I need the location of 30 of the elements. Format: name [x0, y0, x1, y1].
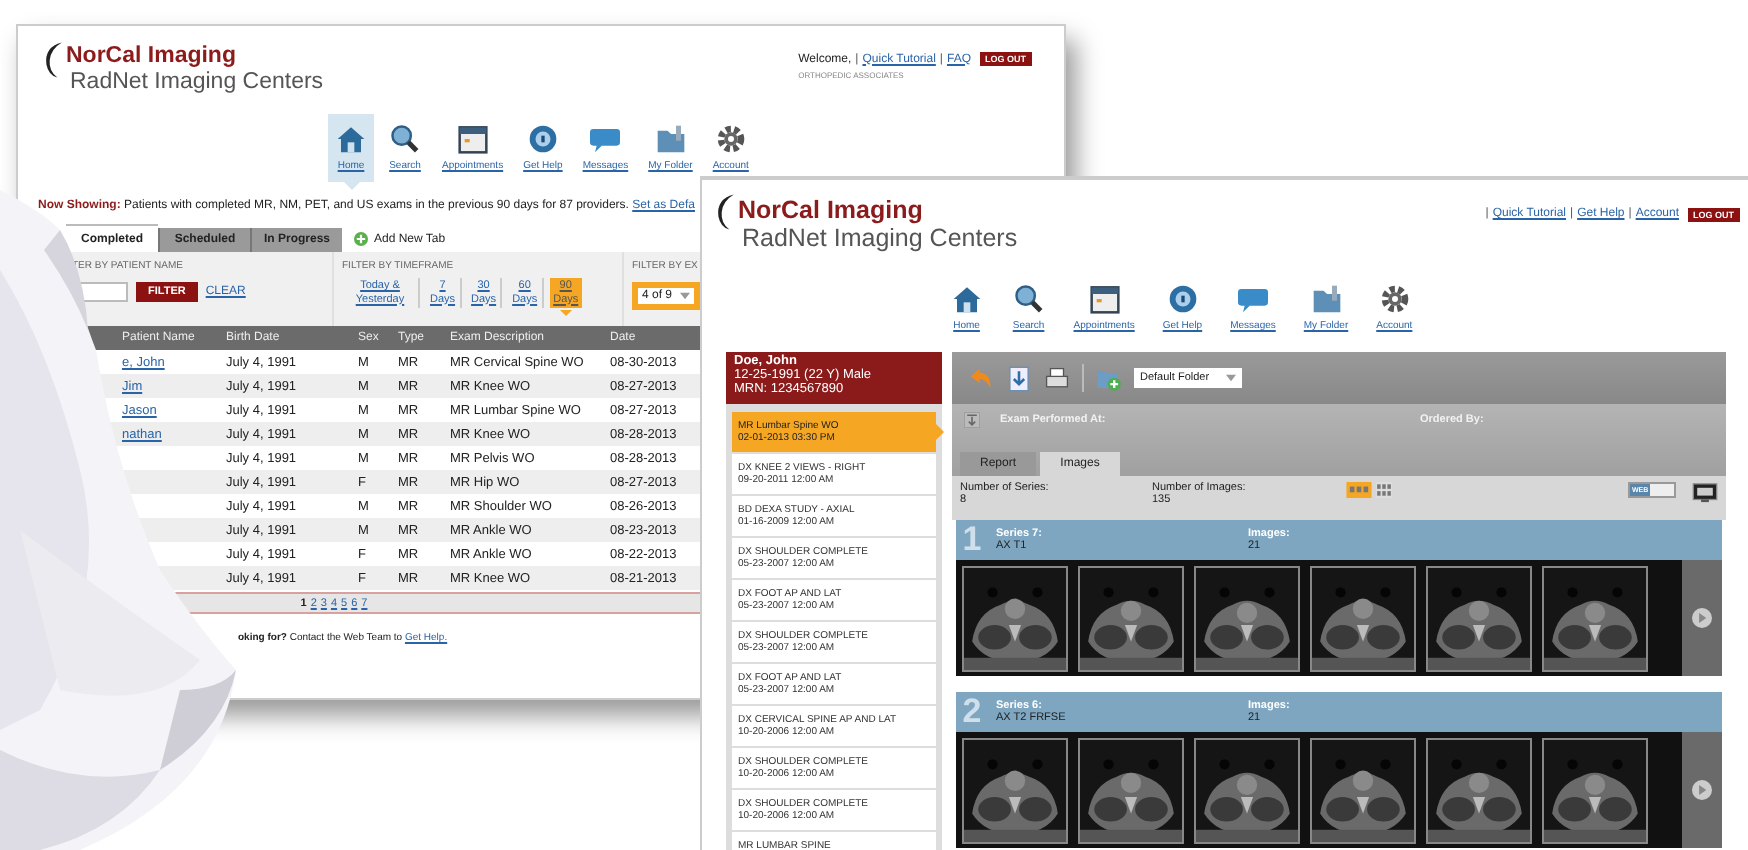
- logo-swoosh-icon: [714, 190, 736, 234]
- search-icon: [1011, 284, 1046, 314]
- folder-add-icon[interactable]: [1096, 365, 1122, 391]
- speech-bubble-icon: [1235, 284, 1270, 314]
- caret-icon: [680, 292, 690, 300]
- monitor-icon[interactable]: [1692, 482, 1718, 504]
- logo-name: NorCal Imaging: [66, 46, 238, 69]
- logo-subtitle: RadNet Imaging Centers: [70, 71, 324, 94]
- add-icon: [354, 232, 368, 246]
- search-icon: [388, 124, 422, 154]
- home-icon: [334, 124, 368, 154]
- speech-bubble-icon: [588, 124, 623, 154]
- grid-view-icon[interactable]: [1376, 482, 1392, 498]
- logo-name: NorCal Imaging: [738, 198, 925, 223]
- logo-swoosh-icon: [42, 38, 64, 82]
- series-number: 2: [960, 692, 984, 732]
- expand-icon[interactable]: [964, 412, 980, 428]
- series-number: 1: [960, 520, 984, 560]
- folder-icon: [653, 124, 688, 154]
- calendar-icon: [1087, 284, 1122, 314]
- home-icon: [949, 284, 984, 314]
- download-icon[interactable]: [1006, 365, 1032, 391]
- settings-icon: [713, 124, 748, 154]
- caret-icon: [1226, 374, 1236, 382]
- folder-icon: [1309, 284, 1343, 314]
- calendar-icon: [455, 124, 490, 154]
- logo-subtitle: RadNet Imaging Centers: [742, 225, 1018, 250]
- filmstrip-view-icon[interactable]: [1346, 482, 1372, 498]
- settings-icon: [1377, 284, 1412, 314]
- printer-icon[interactable]: [1044, 365, 1070, 391]
